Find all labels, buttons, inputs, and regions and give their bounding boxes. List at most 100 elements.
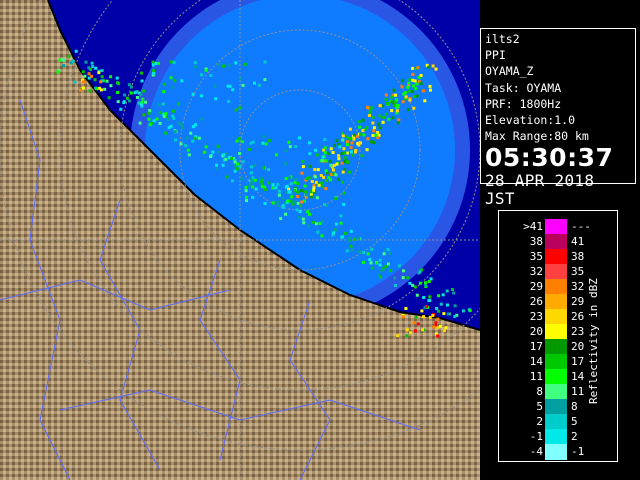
- echo-pixel: [152, 72, 156, 75]
- echo-pixel: [397, 264, 401, 268]
- legend-low-value: -1: [529, 430, 543, 443]
- echo-pixel: [289, 199, 293, 203]
- echo-pixel: [357, 236, 361, 240]
- echo-pixel: [221, 163, 225, 167]
- echo-pixel: [169, 76, 173, 80]
- echo-pixel: [395, 105, 399, 109]
- echo-pixel: [119, 107, 123, 111]
- echo-pixel: [428, 315, 432, 319]
- echo-pixel: [419, 74, 423, 77]
- echo-pixel: [404, 307, 408, 310]
- prf-value: PRF: 1800Hz: [485, 96, 562, 111]
- echo-pixel: [271, 201, 275, 205]
- echo-pixel: [348, 170, 352, 174]
- echo-pixel: [325, 179, 329, 183]
- echo-pixel: [235, 139, 239, 143]
- echo-pixel: [405, 328, 409, 332]
- echo-pixel: [162, 90, 166, 94]
- echo-pixel: [166, 118, 170, 121]
- echo-pixel: [248, 184, 252, 188]
- legend-row: 8 11: [509, 384, 599, 400]
- echo-pixel: [413, 79, 417, 83]
- elevation-value: Elevation:1.0: [485, 113, 576, 128]
- echo-pixel: [446, 303, 449, 307]
- echo-pixel: [378, 263, 382, 267]
- echo-pixel: [308, 164, 312, 168]
- echo-pixel: [211, 150, 215, 154]
- echo-pixel: [294, 177, 298, 181]
- legend-color-swatch: [545, 219, 567, 235]
- echo-pixel: [331, 151, 335, 154]
- echo-pixel: [428, 298, 432, 302]
- echo-pixel: [411, 66, 415, 70]
- echo-pixel: [116, 91, 120, 94]
- echo-pixel: [324, 187, 328, 191]
- echo-pixel: [300, 189, 304, 192]
- echo-pixel: [200, 117, 204, 121]
- echo-pixel: [360, 154, 364, 158]
- echo-pixel: [349, 137, 353, 141]
- echo-pixel: [297, 215, 301, 219]
- echo-pixel: [334, 173, 338, 177]
- echo-pixel: [263, 202, 267, 206]
- echo-pixel: [263, 188, 267, 191]
- echo-pixel: [301, 165, 305, 169]
- echo-pixel: [394, 93, 397, 97]
- echo-pixel: [320, 159, 324, 163]
- echo-pixel: [127, 99, 131, 103]
- echo-pixel: [351, 153, 355, 157]
- echo-pixel: [244, 185, 248, 189]
- legend-row: 29 32: [509, 279, 599, 295]
- echo-pixel: [122, 101, 126, 105]
- echo-pixel: [302, 221, 306, 225]
- echo-pixel: [301, 160, 305, 164]
- echo-pixel: [213, 84, 217, 88]
- legend-high-value: 23: [571, 325, 585, 338]
- legend-color-swatch: [545, 264, 567, 280]
- legend-high-value: 38: [571, 250, 585, 263]
- echo-pixel: [180, 79, 184, 83]
- echo-pixel: [238, 106, 242, 110]
- echo-pixel: [341, 235, 345, 239]
- echo-pixel: [396, 121, 400, 125]
- legend-title: Reflectivity in dBZ: [587, 278, 600, 404]
- echo-pixel: [421, 328, 425, 332]
- echo-pixel: [401, 100, 405, 104]
- legend-low-value: 14: [529, 355, 543, 368]
- echo-pixel: [372, 140, 376, 144]
- echo-pixel: [147, 117, 151, 121]
- echo-pixel: [301, 217, 305, 221]
- echo-pixel: [123, 93, 127, 97]
- legend-color-swatch: [545, 249, 567, 265]
- echo-pixel: [249, 177, 253, 181]
- echo-pixel: [173, 130, 177, 134]
- echo-pixel: [253, 178, 257, 182]
- echo-pixel: [436, 317, 440, 321]
- legend-row: 17 20: [509, 339, 599, 355]
- echo-pixel: [411, 90, 415, 94]
- echo-pixel: [263, 60, 267, 64]
- echo-pixel: [261, 141, 265, 145]
- echo-pixel: [307, 141, 311, 145]
- echo-pixel: [444, 326, 448, 330]
- echo-pixel: [414, 87, 418, 91]
- echo-pixel: [338, 145, 342, 149]
- echo-pixel: [371, 115, 375, 119]
- echo-pixel: [367, 114, 371, 117]
- echo-pixel: [353, 237, 357, 241]
- echo-pixel: [342, 202, 346, 206]
- echo-pixel: [332, 168, 335, 172]
- echo-pixel: [171, 85, 175, 89]
- echo-pixel: [343, 160, 347, 163]
- echo-pixel: [234, 108, 238, 112]
- echo-pixel: [439, 302, 443, 306]
- echo-pixel: [446, 312, 450, 316]
- echo-pixel: [294, 145, 298, 149]
- echo-pixel: [406, 276, 410, 280]
- echo-pixel: [260, 178, 264, 182]
- echo-pixel: [199, 94, 203, 98]
- echo-pixel: [413, 329, 417, 333]
- echo-pixel: [217, 150, 221, 154]
- echo-pixel: [235, 167, 239, 171]
- legend-row: 14 17: [509, 354, 599, 370]
